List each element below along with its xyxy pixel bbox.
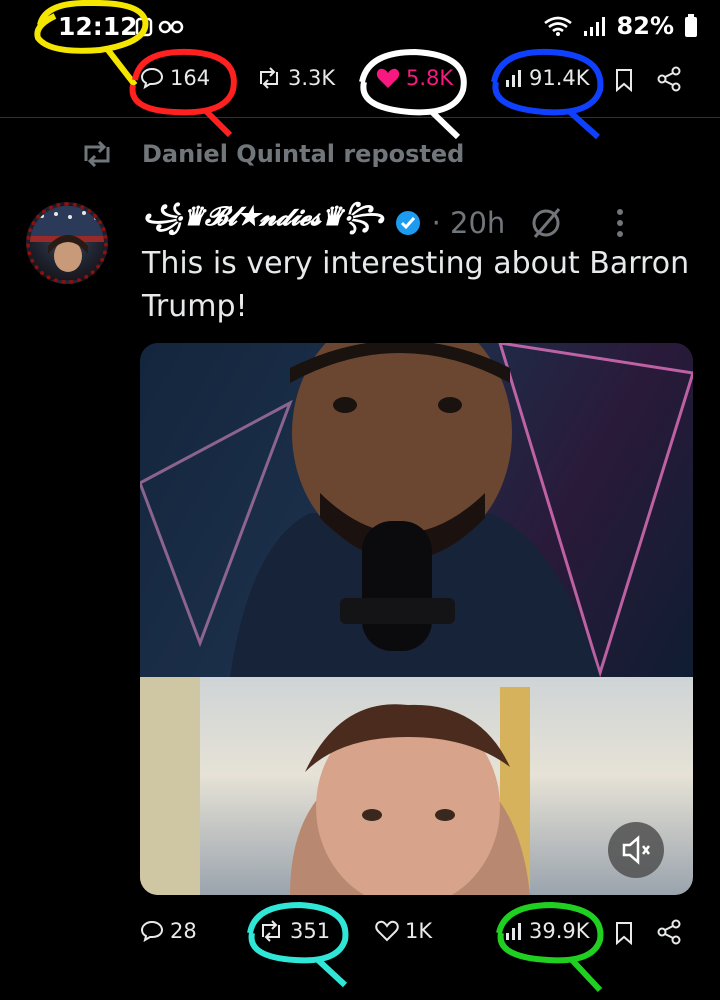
repost-count-2: 351 xyxy=(290,919,331,943)
heart-icon xyxy=(376,68,400,88)
repost-icon xyxy=(260,67,278,89)
like-button[interactable]: 5.8K xyxy=(376,66,453,90)
post-text: This is very interesting about Barron Tr… xyxy=(142,246,690,324)
repost-context: Daniel Quintal reposted xyxy=(80,140,464,168)
reply-count-2: 28 xyxy=(170,919,197,943)
battery-percent: 82% xyxy=(616,12,674,40)
heart-outline-icon xyxy=(375,920,399,942)
repost-context-icon xyxy=(84,141,110,167)
share-icon xyxy=(657,919,681,945)
share-button-2[interactable] xyxy=(656,919,682,945)
post-age: · 20h xyxy=(431,205,506,240)
like-button-2[interactable]: 1K xyxy=(375,919,432,943)
tweet-divider xyxy=(0,117,720,118)
white-annotation-circle xyxy=(359,48,467,140)
video-frame-top xyxy=(140,343,693,679)
share-button[interactable] xyxy=(656,66,682,92)
bookmark-icon xyxy=(616,69,632,92)
reply-icon xyxy=(140,67,164,90)
repost-button-2[interactable]: 351 xyxy=(258,919,330,943)
reply-button-2[interactable]: 28 xyxy=(140,919,197,943)
speaker-muted-icon xyxy=(622,835,650,865)
repost-count: 3.3K xyxy=(288,66,336,90)
status-right-group: 82% xyxy=(543,12,698,40)
signal-icon xyxy=(583,17,605,36)
views-icon xyxy=(506,923,521,940)
reply-count: 164 xyxy=(170,66,211,90)
bookmark-button[interactable] xyxy=(614,68,634,92)
grok-icon[interactable] xyxy=(529,205,565,241)
share-icon xyxy=(657,66,681,92)
post-video[interactable] xyxy=(140,343,693,895)
red-annotation-circle xyxy=(129,48,237,138)
battery-icon xyxy=(685,14,697,37)
views-button-2[interactable]: 39.9K xyxy=(505,919,590,943)
avatar[interactable] xyxy=(26,202,108,284)
repost-button[interactable]: 3.3K xyxy=(256,66,335,90)
cyan-annotation-circle xyxy=(247,901,349,988)
green-annotation-circle xyxy=(496,901,604,993)
views-icon xyxy=(506,70,521,87)
blue-annotation-circle xyxy=(491,48,604,140)
bookmark-icon xyxy=(616,922,632,945)
bookmark-button-2[interactable] xyxy=(614,921,634,945)
verified-badge-icon xyxy=(395,210,420,235)
view-count: 91.4K xyxy=(529,66,590,90)
mute-toggle-button[interactable] xyxy=(608,822,664,878)
like-count: 5.8K xyxy=(406,66,454,90)
status-notification-icons xyxy=(135,16,185,42)
repost-icon xyxy=(262,920,280,942)
status-time: 12:12 xyxy=(58,12,138,41)
views-button[interactable]: 91.4K xyxy=(505,66,590,90)
reply-icon xyxy=(140,920,164,943)
reply-button[interactable]: 164 xyxy=(140,66,210,90)
wifi-icon xyxy=(543,16,572,36)
view-count-2: 39.9K xyxy=(529,919,590,943)
like-count-2: 1K xyxy=(405,919,433,943)
more-options-icon[interactable] xyxy=(615,207,625,239)
repost-context-text: Daniel Quintal reposted xyxy=(142,140,465,168)
